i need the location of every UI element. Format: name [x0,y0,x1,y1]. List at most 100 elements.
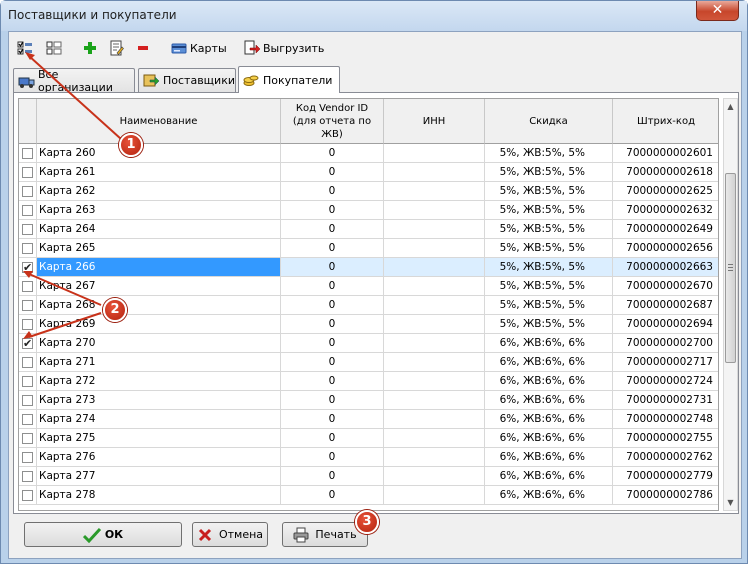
barcode-cell[interactable]: 7000000002601 [613,144,718,163]
name-cell[interactable]: Карта 270 [37,334,281,353]
discount-cell[interactable]: 6%, ЖВ:6%, 6% [485,391,613,410]
discount-cell[interactable]: 6%, ЖВ:6%, 6% [485,334,613,353]
inn-cell[interactable] [384,334,485,353]
name-cell[interactable]: Карта 273 [37,391,281,410]
header-discount[interactable]: Скидка [485,99,613,144]
scroll-up-arrow-icon[interactable]: ▲ [724,99,737,114]
discount-cell[interactable]: 5%, ЖВ:5%, 5% [485,258,613,277]
tab-all-organizations[interactable]: Все организации [13,68,135,94]
discount-cell[interactable]: 5%, ЖВ:5%, 5% [485,201,613,220]
discount-cell[interactable]: 5%, ЖВ:5%, 5% [485,239,613,258]
discount-cell[interactable]: 6%, ЖВ:6%, 6% [485,372,613,391]
header-inn[interactable]: ИНН [384,99,485,144]
name-cell[interactable]: Карта 268 [37,296,281,315]
tab-buyers[interactable]: Покупатели [238,66,340,93]
discount-cell[interactable]: 5%, ЖВ:5%, 5% [485,163,613,182]
scroll-down-arrow-icon[interactable]: ▼ [724,495,737,510]
vendor-code-cell[interactable]: 0 [281,315,384,334]
delete-button[interactable] [135,38,151,58]
vendor-code-cell[interactable]: 0 [281,220,384,239]
discount-cell[interactable]: 6%, ЖВ:6%, 6% [485,410,613,429]
barcode-cell[interactable]: 7000000002632 [613,201,718,220]
inn-cell[interactable] [384,144,485,163]
table-row[interactable]: Карта 276 0 6%, ЖВ:6%, 6% 7000000002762 [19,448,718,467]
inn-cell[interactable] [384,296,485,315]
barcode-cell[interactable]: 7000000002687 [613,296,718,315]
vendor-code-cell[interactable]: 0 [281,429,384,448]
vendor-code-cell[interactable]: 0 [281,448,384,467]
barcode-cell[interactable]: 7000000002717 [613,353,718,372]
barcode-cell[interactable]: 7000000002779 [613,467,718,486]
row-checkbox[interactable] [22,243,33,254]
barcode-cell[interactable]: 7000000002694 [613,315,718,334]
barcode-cell[interactable]: 7000000002731 [613,391,718,410]
name-cell[interactable]: Карта 272 [37,372,281,391]
name-cell[interactable]: Карта 271 [37,353,281,372]
inn-cell[interactable] [384,353,485,372]
header-name[interactable]: Наименование [37,99,281,144]
barcode-cell[interactable]: 7000000002786 [613,486,718,505]
cards-button[interactable]: Карты [171,38,227,58]
table-row[interactable]: Карта 264 0 5%, ЖВ:5%, 5% 7000000002649 [19,220,718,239]
barcode-cell[interactable]: 7000000002663 [613,258,718,277]
name-cell[interactable]: Карта 269 [37,315,281,334]
name-cell[interactable]: Карта 260 [37,144,281,163]
barcode-cell[interactable]: 7000000002618 [613,163,718,182]
table-row[interactable]: Карта 265 0 5%, ЖВ:5%, 5% 7000000002656 [19,239,718,258]
table-row[interactable]: ✔ Карта 266 0 5%, ЖВ:5%, 5% 7000000002663 [19,258,718,277]
discount-cell[interactable]: 6%, ЖВ:6%, 6% [485,467,613,486]
barcode-cell[interactable]: 7000000002762 [613,448,718,467]
vendor-code-cell[interactable]: 0 [281,353,384,372]
barcode-cell[interactable]: 7000000002724 [613,372,718,391]
edit-button[interactable] [108,38,124,58]
discount-cell[interactable]: 6%, ЖВ:6%, 6% [485,353,613,372]
add-button[interactable] [82,38,98,58]
row-checkbox[interactable]: ✔ [22,262,33,273]
uncheck-all-button[interactable] [46,38,62,58]
vendor-code-cell[interactable]: 0 [281,334,384,353]
inn-cell[interactable] [384,163,485,182]
vendor-code-cell[interactable]: 0 [281,182,384,201]
inn-cell[interactable] [384,372,485,391]
vendor-code-cell[interactable]: 0 [281,144,384,163]
tab-suppliers[interactable]: Поставщики [138,68,236,92]
vendor-code-cell[interactable]: 0 [281,239,384,258]
row-checkbox[interactable] [22,281,33,292]
inn-cell[interactable] [384,182,485,201]
barcode-cell[interactable]: 7000000002700 [613,334,718,353]
name-cell[interactable]: Карта 263 [37,201,281,220]
vendor-code-cell[interactable]: 0 [281,296,384,315]
inn-cell[interactable] [384,429,485,448]
row-checkbox[interactable] [22,490,33,501]
table-row[interactable]: Карта 275 0 6%, ЖВ:6%, 6% 7000000002755 [19,429,718,448]
vendor-code-cell[interactable]: 0 [281,372,384,391]
header-barcode[interactable]: Штрих-код [613,99,718,144]
table-row[interactable]: Карта 263 0 5%, ЖВ:5%, 5% 7000000002632 [19,201,718,220]
inn-cell[interactable] [384,391,485,410]
inn-cell[interactable] [384,486,485,505]
barcode-cell[interactable]: 7000000002670 [613,277,718,296]
barcode-cell[interactable]: 7000000002748 [613,410,718,429]
inn-cell[interactable] [384,239,485,258]
row-checkbox[interactable] [22,148,33,159]
discount-cell[interactable]: 6%, ЖВ:6%, 6% [485,448,613,467]
discount-cell[interactable]: 5%, ЖВ:5%, 5% [485,220,613,239]
scroll-thumb[interactable] [725,173,736,363]
name-cell[interactable]: Карта 264 [37,220,281,239]
discount-cell[interactable]: 5%, ЖВ:5%, 5% [485,144,613,163]
vendor-code-cell[interactable]: 0 [281,486,384,505]
discount-cell[interactable]: 5%, ЖВ:5%, 5% [485,315,613,334]
vendor-code-cell[interactable]: 0 [281,410,384,429]
name-cell[interactable]: Карта 275 [37,429,281,448]
cancel-button[interactable]: Отмена [192,522,268,547]
name-cell[interactable]: Карта 265 [37,239,281,258]
row-checkbox[interactable] [22,205,33,216]
ok-button[interactable]: ОК [24,522,182,547]
name-cell[interactable]: Карта 266 [37,258,281,277]
name-cell[interactable]: Карта 267 [37,277,281,296]
barcode-cell[interactable]: 7000000002656 [613,239,718,258]
name-cell[interactable]: Карта 278 [37,486,281,505]
inn-cell[interactable] [384,277,485,296]
discount-cell[interactable]: 6%, ЖВ:6%, 6% [485,429,613,448]
row-checkbox[interactable]: ✔ [22,338,33,349]
